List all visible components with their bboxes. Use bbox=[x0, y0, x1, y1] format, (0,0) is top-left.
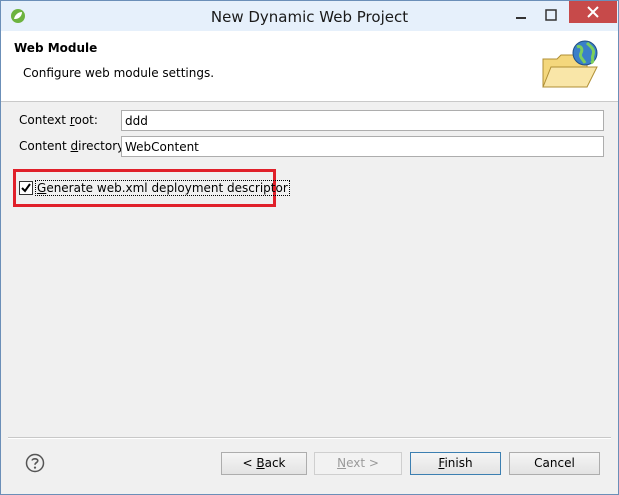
help-icon[interactable] bbox=[25, 453, 45, 473]
close-button[interactable] bbox=[569, 1, 617, 23]
next-button[interactable]: Next > bbox=[314, 452, 402, 475]
content-directory-label: Content directory: bbox=[19, 139, 128, 153]
content-directory-input[interactable] bbox=[121, 136, 604, 157]
page-title: Web Module bbox=[14, 41, 98, 55]
finish-button[interactable]: Finish bbox=[410, 452, 501, 475]
web-module-folder-globe-icon bbox=[542, 40, 598, 88]
cancel-button[interactable]: Cancel bbox=[509, 452, 600, 475]
checkmark-icon bbox=[21, 183, 31, 193]
context-root-label: Context root: bbox=[19, 113, 98, 127]
wizard-header: Web Module Configure web module settings… bbox=[1, 31, 618, 102]
maximize-icon[interactable] bbox=[543, 7, 559, 23]
page-description: Configure web module settings. bbox=[23, 66, 215, 80]
generate-descriptor-option[interactable]: Generate web.xml deployment descriptor bbox=[19, 180, 290, 196]
context-root-input[interactable] bbox=[121, 110, 604, 131]
button-bar-separator bbox=[8, 437, 611, 439]
minimize-icon[interactable] bbox=[513, 7, 529, 23]
close-icon bbox=[587, 6, 599, 18]
generate-descriptor-checkbox[interactable] bbox=[19, 181, 33, 195]
title-bar[interactable]: New Dynamic Web Project bbox=[1, 1, 618, 31]
generate-descriptor-label[interactable]: Generate web.xml deployment descriptor bbox=[35, 180, 290, 196]
dialog-window: New Dynamic Web Project Web Module Confi… bbox=[0, 0, 619, 495]
back-button[interactable]: < Back bbox=[221, 452, 307, 475]
